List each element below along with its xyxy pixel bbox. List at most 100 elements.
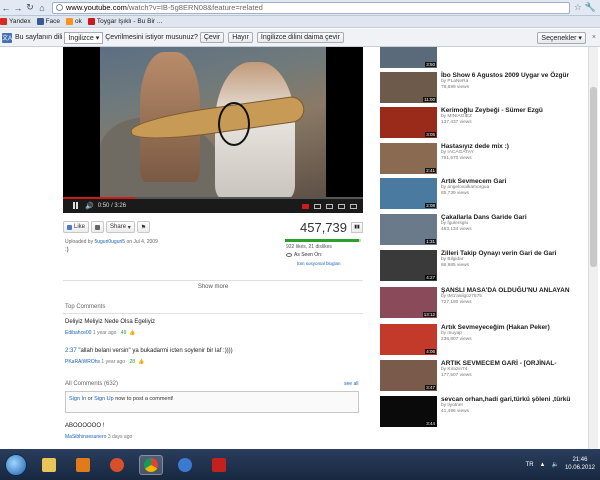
comment-time: 3 days ago [107,434,133,440]
options-button[interactable]: Seçenekler ▾ [537,31,586,44]
related-video-thumbnail[interactable]: 3:05 [380,107,437,138]
related-video-thumbnail[interactable]: 4:06 [380,324,437,355]
fullscreen-icon[interactable] [350,203,357,209]
show-more-button[interactable]: Show more [63,280,363,290]
start-button[interactable] [5,453,27,476]
reload-icon[interactable]: ↻ [24,1,36,15]
related-video-thumbnail[interactable]: 2:41 [380,143,437,174]
comment-signin-box: Sign In or Sign Up now to post a comment… [65,391,359,413]
translate-button[interactable]: Çevir [199,32,225,43]
volume-tray-icon[interactable]: 🔈 [551,461,558,468]
related-video-item[interactable]: 3:05 Kerimoğlu Zeybeği - Sümer Ezgü by MIN… [380,107,585,141]
taskbar-app-red[interactable] [207,455,231,475]
taskbar-firefox[interactable] [105,455,129,475]
top-comments-heading: Top Comments [65,304,106,310]
related-video-text: Çakallarla Dans Garide Gari by fgulersglu… [437,214,527,248]
thumbs-up-icon[interactable]: 👍 [129,330,135,336]
comment-user-link[interactable]: Edibahce00 [65,330,91,336]
related-video-item[interactable]: 13:12 ŞANSLI MASA'DA OLDUĞU'NU ANLAYAN by … [380,287,585,321]
related-video-thumbnail[interactable]: 11:00 [380,72,437,103]
bookmark-item[interactable]: ok [66,18,82,25]
taskbar-media-player[interactable] [71,455,95,475]
bookmark-favicon-icon [0,18,7,25]
bookmark-item[interactable]: Toygar Işıklı - Bu Bir ... [87,18,162,25]
no-translate-button[interactable]: Hayır [228,32,253,43]
related-video-text: Artık Sevmecem Gari by angelovalkamorgua 8… [437,178,506,212]
home-icon[interactable]: ⌂ [36,1,48,15]
related-video-item[interactable]: 3:5041,746 views [380,47,585,71]
related-video-text: İbo Show 6 Agustos 2009 Uygar ve Özgür by… [437,72,569,106]
youtube-logo-icon[interactable] [302,203,309,209]
sign-in-link[interactable]: Sign In [69,396,86,402]
related-video-thumbnail[interactable]: 1:31 [380,214,437,245]
thumbs-up-icon[interactable]: 👍 [138,359,144,365]
wrench-icon[interactable]: 🔧 [585,2,596,13]
scrollbar-thumb[interactable] [590,87,597,267]
bookmark-label: Yandex [9,18,31,25]
related-video-text: 41,746 views [437,47,469,71]
taskbar-app[interactable] [173,455,197,475]
related-video-duration: 2:41 [425,168,436,173]
back-arrow-icon[interactable]: ← [0,1,12,15]
video-frame[interactable] [100,47,326,199]
stats-icon[interactable]: ▮▮ [351,221,363,233]
bookmark-item[interactable]: Yandex [0,18,31,25]
video-player[interactable]: 🔊 0:50 / 3:26 [63,47,363,213]
related-video-item[interactable]: 4:27 Zilleri Takip Oynayı verin Gari de G… [380,250,585,284]
related-video-item[interactable]: 3:44 sevcan orhan,hadi gari,türkü şöleni … [380,396,585,430]
bookmark-favicon-icon [66,18,74,25]
related-video-thumbnail[interactable]: 3:47 [380,360,437,391]
flag-button[interactable]: ⚑ [136,221,151,233]
related-video-item[interactable]: 1:31 Çakallarla Dans Garide Gari by fguler… [380,214,585,248]
related-video-item[interactable]: 4:06 Artık Sevmeyeceğim (Hakan Peker) by m… [380,324,585,358]
language-indicator[interactable]: TR [526,462,534,468]
volume-icon[interactable]: 🔊 [85,202,94,210]
related-video-duration: 3:50 [425,62,436,67]
windows-taskbar: TR ▲ 🔈 21:46 10.06.2012 [0,449,600,480]
related-video-thumbnail[interactable]: 2:08 [380,178,437,209]
like-ratio-fill [285,239,360,242]
like-button[interactable]: Like [63,221,90,233]
large-player-icon[interactable] [338,203,345,209]
forward-arrow-icon[interactable]: → [12,1,24,15]
related-video-item[interactable]: 2:41 Hastasıyız dede mix :) by IACAGATAY 79… [380,143,585,177]
tray-arrow-icon[interactable]: ▲ [540,462,546,468]
uploader-link[interactable]: 5uguri0uguri5 [94,239,125,245]
pause-icon[interactable] [73,202,81,210]
language-select-value: İngilizce [68,34,94,42]
bookmark-item[interactable]: Face [36,18,60,25]
related-video-thumbnail[interactable]: 3:44 [380,396,437,427]
related-video-thumbnail[interactable]: 13:12 [380,287,437,318]
taskbar-chrome[interactable] [139,454,163,475]
related-video-item[interactable]: 2:08 Artık Sevmecem Gari by angelovalkamor… [380,178,585,212]
clock[interactable]: 21:46 10.06.2012 [565,457,595,473]
close-icon[interactable]: × [592,34,596,41]
small-player-icon[interactable] [326,203,333,209]
related-video-thumbnail[interactable]: 4:27 [380,250,437,281]
related-video-views: 236,807 views [441,336,472,342]
comment-timestamp-link[interactable]: 2:37 [65,348,77,354]
bookmark-star-icon[interactable]: ☆ [574,2,582,13]
related-video-item[interactable]: 3:47 ARTIK SEVMECEM GARİ - [ORJİNAL-by Ki… [380,360,585,394]
sign-up-link[interactable]: Sign Up [94,396,114,402]
taskbar-explorer[interactable] [37,455,61,475]
share-button[interactable]: Share ▾ [106,221,135,233]
related-video-item[interactable]: 11:00 İbo Show 6 Agustos 2009 Uygar ve Öz… [380,72,585,106]
current-time: 0:50 [97,203,110,209]
address-bar: ← → ↻ ⌂ www.youtube.com /watch?v=IB-5g8E… [0,0,600,16]
dislike-button[interactable] [91,221,105,233]
page-scrollbar[interactable] [588,47,598,449]
related-video-thumbnail[interactable]: 3:50 [380,47,437,68]
comment-user-link[interactable]: MaSibhinsesunero [65,434,106,440]
app-icon [178,457,192,472]
bookmark-favicon-icon [36,18,44,25]
comment-user-link[interactable]: PKaRAiWROhs [65,359,100,365]
settings-icon[interactable] [314,203,321,209]
chrome-icon [144,457,158,472]
related-video-duration: 4:06 [425,349,436,354]
always-translate-button[interactable]: İngilizce dilini daima çevir [256,32,344,43]
url-input[interactable]: www.youtube.com /watch?v=IB-5g8ERN08&fea… [52,1,570,14]
language-select[interactable]: İngilizce ▾ [64,31,104,44]
social-link[interactable]: tüm sosyomal bloglan [297,261,341,266]
see-all-link[interactable]: see all [344,381,358,387]
